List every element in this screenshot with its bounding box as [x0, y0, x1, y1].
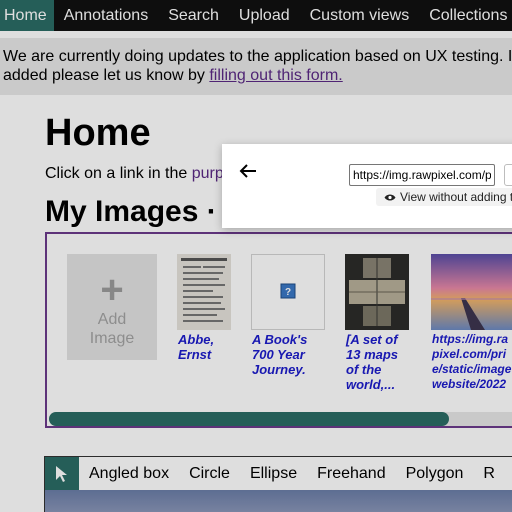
modal-submit-button[interactable]: [504, 164, 512, 186]
eye-icon: [384, 194, 396, 200]
view-without-adding-button[interactable]: View without adding t: [376, 188, 512, 206]
modal-backdrop[interactable]: [0, 0, 512, 512]
view-without-adding-label: View without adding t: [400, 190, 512, 204]
add-url-modal: View without adding t: [222, 144, 512, 228]
back-arrow-icon[interactable]: [238, 161, 258, 181]
image-url-input[interactable]: [349, 164, 495, 186]
